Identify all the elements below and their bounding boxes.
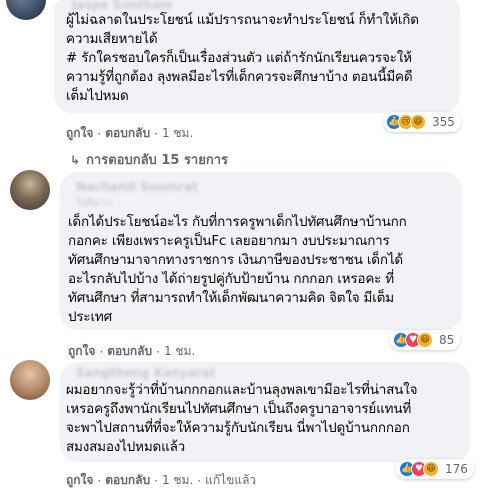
comment-2-like-button[interactable]: ถูกใจ: [68, 342, 95, 361]
comment-3-reply-button[interactable]: ตอบกลับ: [105, 471, 150, 489]
haha-icon: 😆: [410, 114, 426, 130]
comment-1-reaction-count: 355: [432, 115, 455, 129]
comment-2-actions: ถูกใจ · ตอบกลับ · 1 ชม.: [68, 342, 195, 361]
comment-3-text: ผมอยากจะรู้ว่าที่บ้านกกกอกและบ้านลุงพลเข…: [66, 382, 418, 455]
comment-2-text: เด็กได้ประโยชน์อะไร กับที่การครูพาเด็กไป…: [68, 214, 407, 325]
comment-1-timestamp[interactable]: 1 ชม.: [162, 124, 193, 143]
comment-1-like-button[interactable]: ถูกใจ: [66, 124, 93, 143]
haha-icon: 😆: [423, 461, 439, 477]
comment-2-reply-button[interactable]: ตอบกลับ: [107, 342, 152, 361]
comment-1-actions: ถูกใจ · ตอบกลับ · 1 ชม.: [66, 124, 193, 143]
comment-2-author-sub: ใจดีมาก: [76, 198, 112, 209]
comment-3-edited-label[interactable]: แก้ไขแล้ว: [205, 471, 256, 489]
comment-3-actions: ถูกใจ · ตอบกลับ · 1 ชม. · แก้ไขแล้ว: [66, 471, 256, 489]
view-replies-link[interactable]: ↳ การตอบกลับ 15 รายการ: [70, 149, 228, 170]
comment-3-reactions[interactable]: 👍 ♥ 😆 176: [396, 459, 474, 479]
comment-1-avatar[interactable]: [6, 0, 46, 20]
comment-1-reactions[interactable]: 👍 😢 😆 355: [383, 112, 461, 132]
comment-2-reaction-count: 85: [439, 333, 455, 347]
comment-3-author[interactable]: Sangthong Kanyarat: [76, 366, 215, 380]
haha-icon: 😆: [417, 332, 433, 348]
comment-1-reply-button[interactable]: ตอบกลับ: [105, 124, 150, 143]
comment-3-timestamp[interactable]: 1 ชม.: [162, 471, 193, 489]
view-replies-label: การตอบกลับ 15 รายการ: [86, 153, 229, 168]
comment-2-avatar[interactable]: [10, 170, 50, 210]
comment-1-text: ผู้ไม่ฉลาดในประโยชน์ แม้ปรารถนาจะทำประโย…: [66, 12, 419, 104]
comment-2-author[interactable]: Nachanit Soomrat: [76, 180, 198, 194]
comment-2-timestamp[interactable]: 1 ชม.: [164, 342, 195, 361]
comment-3-like-button[interactable]: ถูกใจ: [66, 471, 93, 489]
comment-3-avatar[interactable]: [10, 360, 50, 400]
comment-2-reactions[interactable]: 👍 ♥ 😆 85: [390, 330, 461, 350]
comment-3-reaction-count: 176: [445, 462, 468, 476]
reply-arrow-icon: ↳: [70, 152, 81, 167]
